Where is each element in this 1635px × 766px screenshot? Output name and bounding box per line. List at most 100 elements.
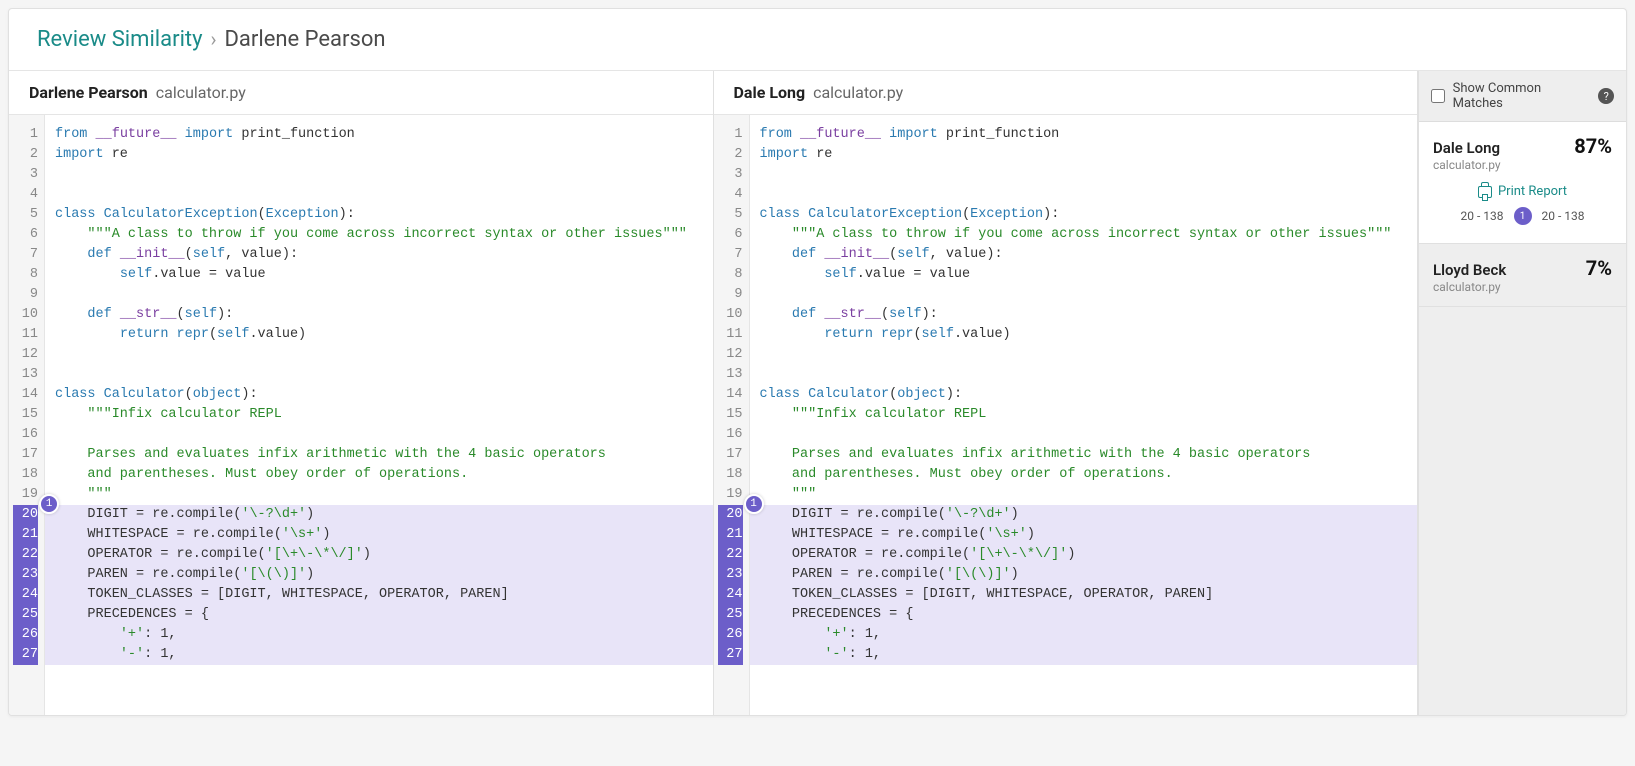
code-line <box>45 165 713 185</box>
line-number: 15 <box>718 405 743 425</box>
code-line: OPERATOR = re.compile('[\+\-\*\/]') <box>750 545 1418 565</box>
left-file-name: calculator.py <box>156 83 246 102</box>
code-line: def __init__(self, value): <box>45 245 713 265</box>
line-number: 6 <box>718 225 743 245</box>
line-number: 18 <box>718 465 743 485</box>
code-line: def __str__(self): <box>750 305 1418 325</box>
left-code: from __future__ import print_functionimp… <box>45 115 713 715</box>
left-code-area[interactable]: 1234567891011121314151617181920212223242… <box>9 115 713 715</box>
code-line: Parses and evaluates infix arithmetic wi… <box>750 445 1418 465</box>
line-number: 11 <box>718 325 743 345</box>
right-pane: Dale Long calculator.py 1234567891011121… <box>714 71 1419 715</box>
match-card[interactable]: Lloyd Beck 7%calculator.py <box>1419 244 1626 307</box>
code-line: PAREN = re.compile('[\(\)]') <box>750 565 1418 585</box>
right-gutter: 1234567891011121314151617181920212223242… <box>714 115 750 715</box>
code-line <box>750 345 1418 365</box>
line-number: 15 <box>13 405 38 425</box>
code-line <box>45 285 713 305</box>
code-line: """Infix calculator REPL <box>45 405 713 425</box>
code-line: """Infix calculator REPL <box>750 405 1418 425</box>
left-gutter: 1234567891011121314151617181920212223242… <box>9 115 45 715</box>
code-line: WHITESPACE = re.compile('\s+') <box>750 525 1418 545</box>
code-line: return repr(self.value) <box>45 325 713 345</box>
show-common-row: Show Common Matches ? <box>1419 71 1626 122</box>
chevron-right-icon: › <box>211 27 217 51</box>
code-line <box>45 365 713 385</box>
line-number: 19 <box>13 485 38 505</box>
line-number: 23 <box>13 565 38 585</box>
range-badge: 1 <box>1514 207 1532 225</box>
right-pane-header: Dale Long calculator.py <box>714 71 1418 115</box>
line-number: 14 <box>718 385 743 405</box>
code-line: from __future__ import print_function <box>750 125 1418 145</box>
line-number: 12 <box>13 345 38 365</box>
line-number: 23 <box>718 565 743 585</box>
code-line: self.value = value <box>45 265 713 285</box>
line-number: 9 <box>718 285 743 305</box>
print-report-link[interactable]: Print Report <box>1433 184 1612 199</box>
line-number: 3 <box>718 165 743 185</box>
line-number: 2 <box>13 145 38 165</box>
match-card[interactable]: Dale Long87%calculator.pyPrint Report20 … <box>1419 122 1626 244</box>
code-line <box>45 345 713 365</box>
code-line <box>750 185 1418 205</box>
line-number: 10 <box>13 305 38 325</box>
match-range-row[interactable]: 20 - 138 1 20 - 138 <box>1433 207 1612 225</box>
line-number: 24 <box>13 585 38 605</box>
line-number: 1 <box>718 125 743 145</box>
line-number: 27 <box>13 645 38 665</box>
line-number: 26 <box>13 625 38 645</box>
line-number: 20 <box>718 505 743 525</box>
breadcrumb-root[interactable]: Review Similarity <box>37 27 203 52</box>
match-file: calculator.py <box>1433 280 1612 294</box>
line-number: 19 <box>718 485 743 505</box>
match-badge-left[interactable]: 1 <box>39 494 59 514</box>
code-line <box>45 185 713 205</box>
code-line: class CalculatorException(Exception): <box>750 205 1418 225</box>
line-number: 11 <box>13 325 38 345</box>
line-number: 13 <box>13 365 38 385</box>
code-line: WHITESPACE = re.compile('\s+') <box>45 525 713 545</box>
range-right: 20 - 138 <box>1542 209 1585 223</box>
line-number: 26 <box>718 625 743 645</box>
code-line: '+': 1, <box>45 625 713 645</box>
code-line: class Calculator(object): <box>45 385 713 405</box>
line-number: 16 <box>718 425 743 445</box>
line-number: 1 <box>13 125 38 145</box>
code-line <box>750 285 1418 305</box>
match-name: Lloyd Beck <box>1433 261 1506 279</box>
code-line: OPERATOR = re.compile('[\+\-\*\/]') <box>45 545 713 565</box>
code-line: PRECEDENCES = { <box>750 605 1418 625</box>
line-number: 25 <box>13 605 38 625</box>
code-line: DIGIT = re.compile('\-?\d+') <box>750 505 1418 525</box>
left-pane: Darlene Pearson calculator.py 1234567891… <box>9 71 714 715</box>
help-icon[interactable]: ? <box>1598 88 1614 104</box>
range-left: 20 - 138 <box>1461 209 1504 223</box>
breadcrumb-current: Darlene Pearson <box>224 27 385 52</box>
code-line: '-': 1, <box>750 645 1418 665</box>
code-line <box>750 165 1418 185</box>
line-number: 25 <box>718 605 743 625</box>
line-number: 10 <box>718 305 743 325</box>
match-percent: 7% <box>1586 256 1612 280</box>
printer-icon <box>1478 186 1492 198</box>
code-line: """ <box>45 485 713 505</box>
right-code-area[interactable]: 1234567891011121314151617181920212223242… <box>714 115 1418 715</box>
code-line: self.value = value <box>750 265 1418 285</box>
code-line: """A class to throw if you come across i… <box>750 225 1418 245</box>
right-code: from __future__ import print_functionimp… <box>750 115 1418 715</box>
show-common-checkbox[interactable] <box>1431 89 1445 103</box>
match-badge-right[interactable]: 1 <box>744 494 764 514</box>
left-student-name: Darlene Pearson <box>29 83 148 102</box>
code-line: def __str__(self): <box>45 305 713 325</box>
line-number: 7 <box>13 245 38 265</box>
main-body: Darlene Pearson calculator.py 1234567891… <box>9 71 1626 715</box>
code-line: """A class to throw if you come across i… <box>45 225 713 245</box>
code-line: TOKEN_CLASSES = [DIGIT, WHITESPACE, OPER… <box>45 585 713 605</box>
code-line: import re <box>750 145 1418 165</box>
line-number: 22 <box>718 545 743 565</box>
line-number: 5 <box>718 205 743 225</box>
line-number: 6 <box>13 225 38 245</box>
code-line: TOKEN_CLASSES = [DIGIT, WHITESPACE, OPER… <box>750 585 1418 605</box>
left-pane-header: Darlene Pearson calculator.py <box>9 71 713 115</box>
